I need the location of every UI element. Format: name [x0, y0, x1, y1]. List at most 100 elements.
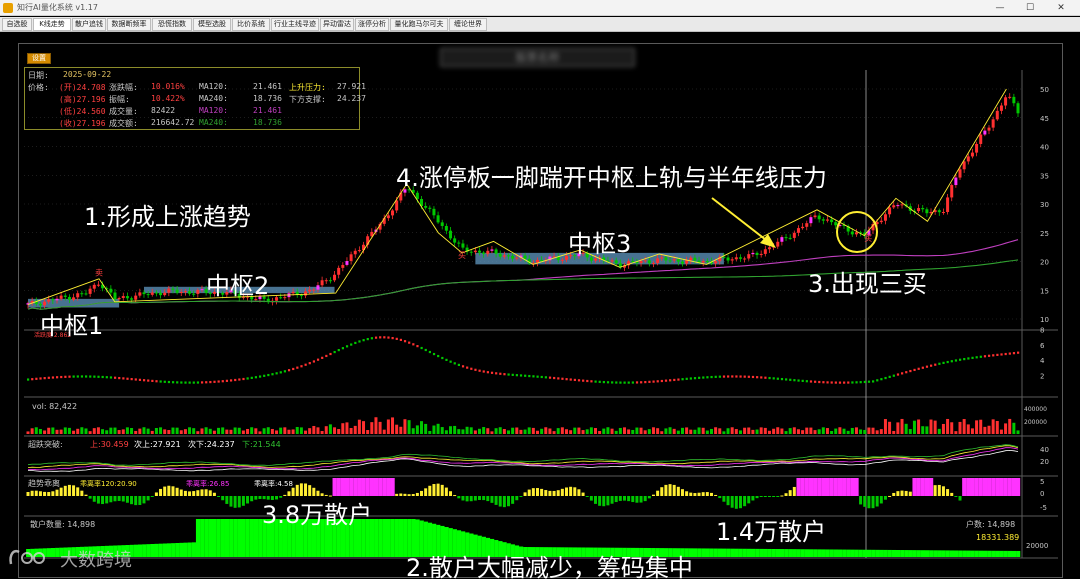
ind1-point: [838, 381, 842, 384]
volume-bar: [639, 427, 643, 434]
candle-body: [125, 296, 129, 299]
ind1-point: [242, 377, 245, 381]
ind1-point: [275, 372, 278, 375]
ind1-point: [826, 381, 829, 384]
zone-label-3: 中枢3: [568, 230, 632, 258]
ind4-signal-block: [344, 478, 350, 496]
ind4-bar: [72, 485, 76, 496]
volume-bar: [730, 427, 734, 434]
ind4-bar: [755, 496, 759, 499]
ind1-point: [611, 381, 614, 384]
ind1-point: [47, 376, 50, 379]
volume-bar: [502, 429, 506, 434]
ind1-point: [557, 377, 560, 380]
candle-body: [109, 288, 113, 293]
ind1-point: [287, 369, 291, 372]
ind1-point: [776, 377, 779, 380]
retail-holders-bar: [920, 550, 926, 557]
ind4-bar: [941, 486, 945, 496]
volume-bar: [233, 427, 237, 434]
volume-bar: [908, 429, 912, 434]
retail-holders-bar: [800, 549, 805, 557]
volume-bar: [113, 427, 117, 434]
ind1-point: [109, 376, 113, 379]
ind1-point: [147, 379, 150, 382]
retail-holders-bar: [875, 549, 880, 557]
ind1-point: [548, 376, 552, 379]
candle-body: [639, 260, 643, 264]
candle-body: [428, 207, 432, 209]
retail-holders-bar: [883, 549, 888, 557]
ind1-point: [64, 375, 67, 378]
ind4-bar: [457, 496, 461, 499]
volume-bar: [473, 430, 477, 434]
candle-body: [664, 257, 668, 261]
candle-body: [730, 259, 734, 261]
ind1-point: [971, 356, 974, 359]
ind4-bar: [88, 496, 92, 499]
ind1-point: [437, 354, 440, 358]
candle-body: [291, 291, 295, 294]
ind1-point: [507, 373, 510, 376]
volume-bar: [204, 427, 208, 434]
candle-body: [937, 210, 941, 213]
ind1-point: [453, 362, 456, 365]
ind4-bar: [573, 487, 577, 496]
volume-bar: [109, 427, 113, 434]
ind4-signal-block: [982, 478, 988, 496]
ind4-bar: [101, 496, 105, 505]
ind1-point: [876, 379, 879, 382]
ind1-point: [420, 346, 423, 350]
ind1-axis-tick: 4: [1040, 357, 1045, 365]
candle-body: [84, 293, 88, 295]
volume-bar: [842, 428, 846, 434]
retail-holders-bar: [394, 519, 399, 557]
retail-holders-bar: [171, 543, 176, 557]
volume-bar: [763, 427, 767, 434]
trade-mark-1: 卖: [95, 268, 103, 277]
candle-body: [734, 257, 738, 260]
ind4-bar: [606, 496, 610, 506]
candle-body: [113, 292, 117, 300]
ind4-bar: [134, 496, 138, 506]
ind1-point: [138, 378, 142, 381]
volume-bar: [573, 427, 577, 434]
ind1-point: [834, 381, 837, 384]
ind1-point: [217, 380, 220, 383]
volume-bar: [780, 428, 784, 434]
candle-body: [357, 250, 361, 252]
ind4-bar: [43, 491, 47, 496]
candle-body: [780, 237, 784, 242]
price-axis-tick: 15: [1040, 287, 1049, 295]
volume-bar: [171, 427, 175, 434]
ind4-bar: [250, 496, 254, 502]
ind1-point: [892, 374, 895, 377]
ind1-point: [250, 376, 253, 379]
candle-body: [1012, 96, 1016, 104]
ind4-bar: [734, 496, 738, 509]
volume-bar: [772, 428, 776, 434]
volume-bar: [821, 427, 825, 434]
ma120-value-2: 21.461: [253, 106, 282, 115]
ind1-point: [362, 339, 365, 342]
volume-bar: [660, 431, 664, 434]
ind1-point: [656, 380, 659, 383]
ind4-bar: [598, 496, 602, 506]
volume-bar: [378, 421, 382, 434]
watermark-text: 大数跨境: [60, 550, 132, 571]
candle-body: [469, 251, 473, 253]
candle-body: [192, 293, 196, 295]
volume-bar: [436, 423, 440, 434]
volume-bar: [217, 427, 221, 434]
retail-holders-bar: [991, 550, 996, 557]
volume-bar: [403, 419, 407, 434]
volume-bar: [585, 429, 589, 434]
candle-body: [672, 259, 676, 261]
candle-body: [917, 208, 921, 212]
ind1-point: [155, 380, 158, 383]
ind1-axis-tick: 2: [1040, 373, 1044, 381]
ind4-signal-block: [962, 478, 967, 496]
volume-bar: [726, 428, 730, 434]
volume-bar: [486, 428, 490, 434]
volume-bar: [680, 427, 684, 434]
